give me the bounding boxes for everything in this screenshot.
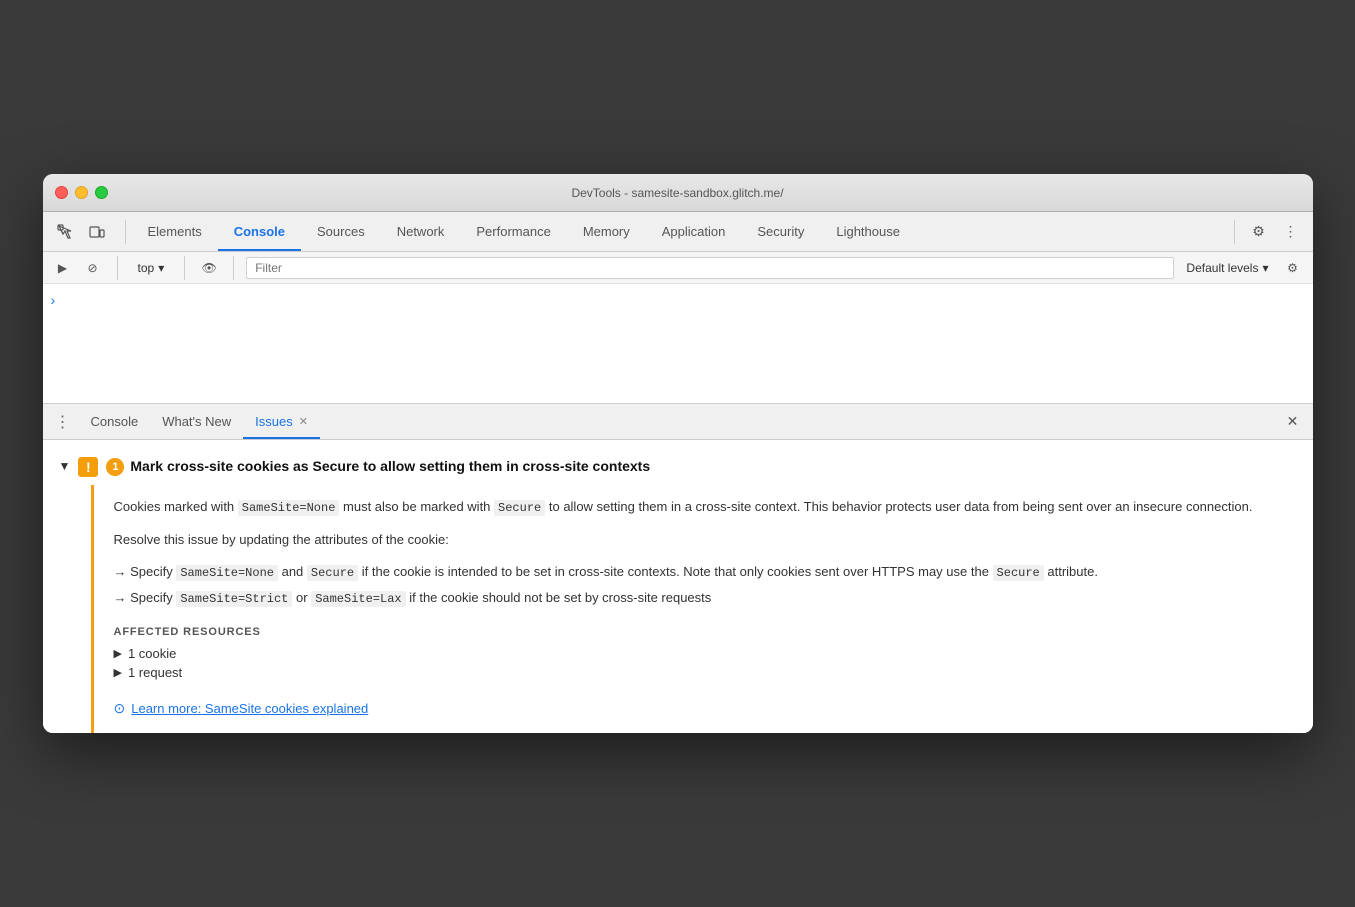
issue-detail: Cookies marked with SameSite=None must a… bbox=[91, 485, 1313, 733]
tab-elements[interactable]: Elements bbox=[132, 212, 218, 251]
toolbar-icons bbox=[51, 218, 111, 246]
bottom-tab-more-icon[interactable]: ⋮ bbox=[51, 410, 75, 434]
code-samesite-none: SameSite=None bbox=[238, 500, 340, 516]
affected-label: AFFECTED RESOURCES bbox=[114, 626, 1297, 638]
console-content: › bbox=[43, 284, 1313, 404]
device-toggle-icon[interactable] bbox=[83, 218, 111, 246]
devtools-body: Elements Console Sources Network Perform… bbox=[43, 212, 1313, 733]
code-secure: Secure bbox=[494, 500, 545, 516]
close-button[interactable] bbox=[55, 186, 68, 199]
clear-icon[interactable]: ⊘ bbox=[81, 256, 105, 280]
bottom-panel-close-icon[interactable]: ✕ bbox=[1281, 410, 1305, 434]
issue-count-badge: 1 bbox=[106, 458, 124, 476]
bottom-tab-console[interactable]: Console bbox=[79, 404, 151, 439]
code-secure-2: Secure bbox=[307, 565, 358, 581]
affected-resources: AFFECTED RESOURCES ▶ 1 cookie ▶ 1 reques… bbox=[114, 626, 1297, 680]
console-bar-divider3 bbox=[233, 256, 234, 280]
issue-bullet-1: → Specify SameSite=None and Secure if th… bbox=[114, 561, 1297, 583]
tab-application[interactable]: Application bbox=[646, 212, 742, 251]
tab-sources[interactable]: Sources bbox=[301, 212, 381, 251]
console-bar-divider bbox=[117, 256, 118, 280]
console-chevron[interactable]: › bbox=[51, 292, 56, 308]
console-settings-icon[interactable]: ⚙ bbox=[1281, 256, 1305, 280]
filter-input[interactable] bbox=[246, 257, 1174, 279]
bottom-tab-whats-new[interactable]: What's New bbox=[150, 404, 243, 439]
issue-expand-icon[interactable]: ▼ bbox=[59, 456, 71, 473]
issues-panel: ▼ ! 1 Mark cross-site cookies as Secure … bbox=[43, 440, 1313, 733]
issue-description: Cookies marked with SameSite=None must a… bbox=[114, 497, 1297, 518]
eye-icon[interactable]: 👁 bbox=[197, 256, 221, 280]
issue-resolve-text: Resolve this issue by updating the attri… bbox=[114, 530, 1297, 551]
issue-bullet-2: → Specify SameSite=Strict or SameSite=La… bbox=[114, 587, 1297, 609]
issue-header-row: ▼ ! 1 Mark cross-site cookies as Secure … bbox=[43, 440, 1313, 477]
code-samesite-lax: SameSite=Lax bbox=[311, 591, 405, 607]
minimize-button[interactable] bbox=[75, 186, 88, 199]
resource-request[interactable]: ▶ 1 request bbox=[114, 665, 1297, 680]
titlebar: DevTools - samesite-sandbox.glitch.me/ bbox=[43, 174, 1313, 212]
toolbar-right-divider bbox=[1234, 220, 1235, 244]
issue-title: Mark cross-site cookies as Secure to all… bbox=[130, 458, 1296, 474]
learn-more-link[interactable]: Learn more: SameSite cookies explained bbox=[131, 701, 368, 716]
issue-warning-icon: ! bbox=[78, 457, 98, 477]
tab-lighthouse[interactable]: Lighthouse bbox=[820, 212, 916, 251]
issues-tab-close-icon[interactable]: ✕ bbox=[299, 415, 308, 428]
learn-more-icon: ⊙ bbox=[114, 700, 126, 717]
learn-more: ⊙ Learn more: SameSite cookies explained bbox=[114, 700, 1297, 717]
top-toolbar: Elements Console Sources Network Perform… bbox=[43, 212, 1313, 252]
context-value: top bbox=[138, 261, 155, 275]
code-samesite-strict: SameSite=Strict bbox=[176, 591, 292, 607]
resource-cookie[interactable]: ▶ 1 cookie bbox=[114, 646, 1297, 661]
context-selector[interactable]: top ▾ bbox=[130, 259, 173, 277]
console-bar-divider2 bbox=[184, 256, 185, 280]
tab-network[interactable]: Network bbox=[381, 212, 461, 251]
context-dropdown-icon: ▾ bbox=[158, 261, 164, 275]
run-icon[interactable]: ▶ bbox=[51, 256, 75, 280]
toolbar-right: ⚙ ⋮ bbox=[1228, 218, 1305, 246]
settings-icon[interactable]: ⚙ bbox=[1245, 218, 1273, 246]
tab-memory[interactable]: Memory bbox=[567, 212, 646, 251]
default-levels-dropdown[interactable]: Default levels ▾ bbox=[1180, 259, 1274, 277]
code-secure-3: Secure bbox=[993, 565, 1044, 581]
tab-performance[interactable]: Performance bbox=[460, 212, 566, 251]
window-title: DevTools - samesite-sandbox.glitch.me/ bbox=[571, 186, 783, 200]
resource-cookie-arrow-icon: ▶ bbox=[114, 647, 122, 660]
tab-console[interactable]: Console bbox=[218, 212, 301, 251]
tab-security[interactable]: Security bbox=[741, 212, 820, 251]
bottom-tab-issues[interactable]: Issues ✕ bbox=[243, 404, 320, 439]
maximize-button[interactable] bbox=[95, 186, 108, 199]
console-bar: ▶ ⊘ top ▾ 👁 Default levels ▾ ⚙ bbox=[43, 252, 1313, 284]
traffic-lights bbox=[55, 186, 108, 199]
more-options-icon[interactable]: ⋮ bbox=[1277, 218, 1305, 246]
inspect-icon[interactable] bbox=[51, 218, 79, 246]
bottom-panel: ⋮ Console What's New Issues ✕ ✕ ▼ bbox=[43, 404, 1313, 733]
toolbar-divider bbox=[125, 220, 126, 244]
code-samesite-none-2: SameSite=None bbox=[176, 565, 278, 581]
devtools-window: DevTools - samesite-sandbox.glitch.me/ bbox=[43, 174, 1313, 733]
bottom-tabs: ⋮ Console What's New Issues ✕ ✕ bbox=[43, 404, 1313, 440]
resource-request-arrow-icon: ▶ bbox=[114, 666, 122, 679]
main-tabs: Elements Console Sources Network Perform… bbox=[132, 212, 1228, 251]
levels-dropdown-icon: ▾ bbox=[1262, 261, 1268, 275]
